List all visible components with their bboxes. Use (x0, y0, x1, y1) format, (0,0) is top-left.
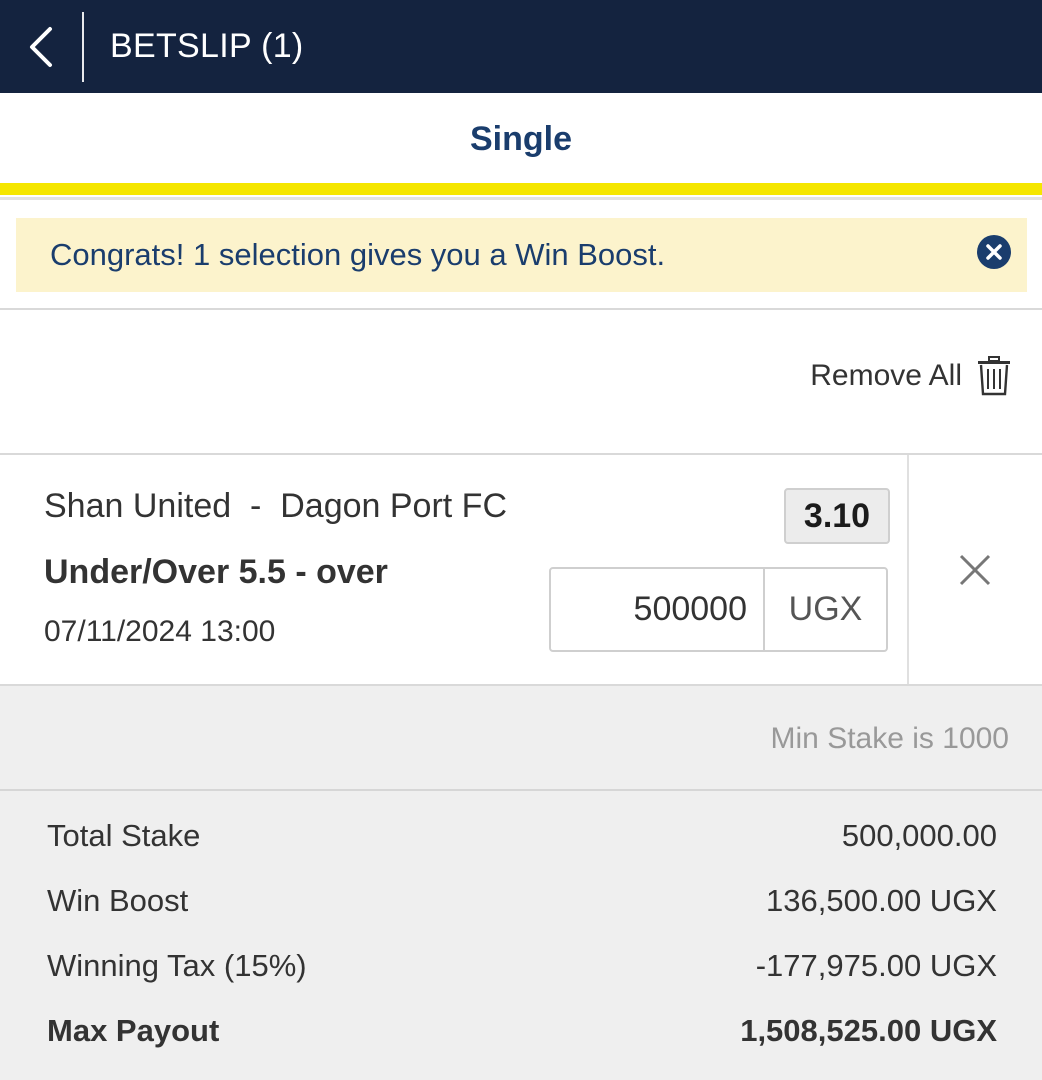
close-circle-icon[interactable] (977, 235, 1011, 269)
page-title: BETSLIP (1) (110, 27, 304, 65)
market-name: Under/Over 5.5 - over (44, 553, 388, 591)
close-icon (959, 554, 991, 586)
bet-selection: Shan United - Dagon Port FC Under/Over 5… (0, 455, 1042, 685)
summary-value: 136,500.00 UGX (766, 883, 997, 918)
notice-text: Congrats! 1 selection gives you a Win Bo… (50, 237, 666, 272)
tabs-divider (0, 197, 1042, 200)
tab-single[interactable]: Single (470, 120, 572, 159)
summary-label: Max Payout (47, 1013, 220, 1048)
summary-row-max-payout: Max Payout 1,508,525.00 UGX (47, 1013, 997, 1049)
summary-divider (0, 789, 1042, 791)
win-boost-notice: Congrats! 1 selection gives you a Win Bo… (16, 218, 1027, 292)
selection-divider (907, 455, 909, 685)
app-header: BETSLIP (1) (0, 0, 1042, 93)
bet-summary: Min Stake is 1000 Total Stake 500,000.00… (0, 686, 1042, 1080)
summary-row-winning-tax: Winning Tax (15%) -177,975.00 UGX (47, 948, 997, 984)
chevron-left-icon (30, 26, 52, 67)
summary-value: -177,975.00 UGX (755, 948, 997, 983)
summary-label: Win Boost (47, 883, 189, 918)
stake-input[interactable] (551, 569, 765, 650)
remove-all-button[interactable]: Remove All (810, 354, 1012, 398)
summary-label: Total Stake (47, 818, 201, 853)
summary-row-total-stake: Total Stake 500,000.00 (47, 818, 997, 854)
trash-icon (978, 356, 1010, 396)
header-divider (82, 11, 84, 82)
summary-value: 1,508,525.00 UGX (740, 1013, 997, 1048)
odds-badge: 3.10 (784, 488, 890, 544)
active-tab-indicator (0, 183, 1042, 195)
summary-label: Winning Tax (15%) (47, 948, 307, 983)
stake-currency: UGX (788, 590, 863, 628)
section-divider (0, 308, 1042, 310)
bet-type-tabs: Single (0, 93, 1042, 185)
summary-row-win-boost: Win Boost 136,500.00 UGX (47, 883, 997, 919)
match-datetime: 07/11/2024 13:00 (44, 615, 276, 648)
remove-all-label: Remove All (810, 359, 962, 392)
back-button[interactable] (0, 0, 82, 93)
stake-field: UGX (549, 567, 888, 652)
remove-selection-button[interactable] (950, 545, 1000, 595)
min-stake-note: Min Stake is 1000 (770, 722, 1009, 755)
match-name: Shan United - Dagon Port FC (44, 487, 508, 525)
summary-value: 500,000.00 (841, 818, 997, 853)
